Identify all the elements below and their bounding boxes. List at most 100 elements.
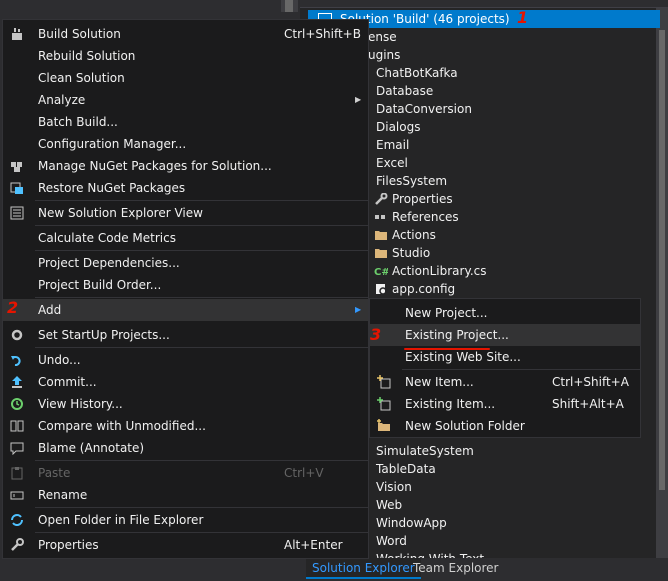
left-scrollbar-thumb[interactable] (285, 0, 293, 12)
tree-item[interactable]: Vision (376, 478, 412, 496)
tab-team-explorer[interactable]: Team Explorer (407, 558, 505, 579)
tree-item-label: Email (376, 138, 410, 152)
tree-item[interactable]: Email (376, 136, 409, 154)
menu-item-view-history[interactable]: View History... (3, 393, 368, 415)
menu-item-calculate-code-metrics[interactable]: Calculate Code Metrics (3, 227, 368, 249)
menu-separator (35, 507, 368, 508)
tree-item-label: ugins (368, 48, 401, 62)
references-icon (374, 210, 388, 222)
submenu-item-new-item[interactable]: New Item... Ctrl+Shift+A (370, 371, 640, 393)
menu-item-undo[interactable]: Undo... (3, 349, 368, 371)
menu-item-manage-nuget[interactable]: Manage NuGet Packages for Solution... (3, 155, 368, 177)
tree-item-label: FilesSystem (376, 174, 448, 188)
tree-item[interactable]: Properties (374, 190, 453, 208)
history-icon (10, 397, 24, 411)
menu-item-new-solution-explorer-view[interactable]: New Solution Explorer View (3, 202, 368, 224)
tree-item-label: DataConversion (376, 102, 472, 116)
tree-item-label: Studio (392, 246, 431, 260)
tree-item[interactable]: ChatBotKafka (376, 64, 458, 82)
comment-icon (10, 441, 24, 456)
menu-item-properties[interactable]: Properties Alt+Enter (3, 534, 368, 556)
submenu-item-existing-item[interactable]: Existing Item... Shift+Alt+A (370, 393, 640, 415)
tree-item[interactable]: DataConversion (376, 100, 472, 118)
annotation-underline (404, 348, 490, 350)
nuget-icon (10, 159, 24, 173)
wrench-icon (10, 538, 24, 552)
scrollbar-thumb[interactable] (659, 30, 665, 490)
menu-item-project-dependencies[interactable]: Project Dependencies... (3, 252, 368, 274)
menu-item-rename[interactable]: Rename (3, 484, 368, 506)
existing-item-icon (377, 397, 391, 411)
explorer-tabs: Solution Explorer Team Explorer (300, 558, 668, 581)
tree-item[interactable]: Database (376, 82, 433, 100)
left-scrollbar[interactable] (281, 0, 298, 12)
tree-item-label: Dialogs (376, 120, 421, 134)
tree-item-label: app.config (392, 282, 456, 296)
folder-icon (374, 228, 388, 240)
add-submenu: New Project... Existing Project... Exist… (369, 298, 641, 438)
menu-item-build-solution[interactable]: Build Solution Ctrl+Shift+B (3, 23, 368, 45)
menu-item-rebuild-solution[interactable]: Rebuild Solution (3, 45, 368, 67)
commit-icon (10, 375, 24, 389)
tree-item[interactable]: C# ActionLibrary.cs (374, 262, 487, 280)
menu-separator (35, 532, 368, 533)
tree-item-label: Actions (392, 228, 436, 242)
menu-item-commit[interactable]: Commit... (3, 371, 368, 393)
menu-item-configuration-manager[interactable]: Configuration Manager... (3, 133, 368, 155)
menu-item-paste[interactable]: Paste Ctrl+V (3, 462, 368, 484)
submenu-item-new-solution-folder[interactable]: New Solution Folder (370, 415, 640, 437)
tree-item[interactable]: References (374, 208, 459, 226)
tree-item-label: Database (376, 84, 434, 98)
explorer-scrollbar[interactable] (656, 8, 668, 558)
tree-item[interactable]: TableData (376, 460, 436, 478)
menu-item-add[interactable]: Add ▶ (3, 299, 368, 321)
menu-item-analyze[interactable]: Analyze ▶ (3, 89, 368, 111)
new-item-icon (377, 375, 391, 389)
menu-item-open-folder[interactable]: Open Folder in File Explorer (3, 509, 368, 531)
menu-item-restore-nuget[interactable]: Restore NuGet Packages (3, 177, 368, 199)
menu-item-compare-unmodified[interactable]: Compare with Unmodified... (3, 415, 368, 437)
menu-separator (35, 460, 368, 461)
tree-item[interactable]: Web (376, 496, 402, 514)
paste-icon (10, 466, 24, 480)
tree-item[interactable]: FilesSystem (376, 172, 447, 190)
rename-icon (10, 488, 24, 502)
explorer-toolbar (300, 0, 668, 8)
tree-item[interactable]: Word (376, 532, 407, 550)
context-menu: Build Solution Ctrl+Shift+B Rebuild Solu… (2, 19, 369, 559)
tree-item[interactable]: app.config (374, 280, 455, 298)
menu-item-blame[interactable]: Blame (Annotate) (3, 437, 368, 459)
submenu-item-existing-project[interactable]: Existing Project... (370, 324, 640, 346)
tree-item-label: TableData (376, 462, 436, 476)
annotation-one: 1 (517, 8, 529, 27)
tree-item-label: Word (376, 534, 407, 548)
explorer-view-icon (10, 206, 24, 220)
tree-item-label: Properties (392, 192, 453, 206)
menu-item-clean-solution[interactable]: Clean Solution (3, 67, 368, 89)
tree-item-label: ChatBotKafka (376, 66, 458, 80)
wrench-icon (374, 192, 388, 205)
tab-solution-explorer[interactable]: Solution Explorer (306, 558, 421, 579)
tree-item-label: Vision (376, 480, 412, 494)
submenu-separator (402, 369, 640, 370)
tree-item[interactable]: Studio (374, 244, 430, 262)
tree-item[interactable]: WindowApp (376, 514, 447, 532)
tree-item[interactable]: Excel (376, 154, 408, 172)
refresh-icon (10, 513, 24, 527)
submenu-item-new-project[interactable]: New Project... (370, 302, 640, 324)
tree-item-label: References (392, 210, 459, 224)
tree-item[interactable]: ugins (368, 46, 400, 64)
tree-item[interactable]: Actions (374, 226, 436, 244)
menu-item-set-startup-projects[interactable]: Set StartUp Projects... (3, 324, 368, 346)
tree-item[interactable]: Dialogs (376, 118, 420, 136)
tree-item-label: SimulateSystem (376, 444, 474, 458)
tree-item[interactable]: ense (368, 28, 397, 46)
folder-icon (374, 246, 388, 258)
config-icon (374, 282, 388, 295)
tree-item-label: ActionLibrary.cs (392, 264, 487, 278)
tree-item[interactable]: SimulateSystem (376, 442, 474, 460)
menu-item-batch-build[interactable]: Batch Build... (3, 111, 368, 133)
menu-item-project-build-order[interactable]: Project Build Order... (3, 274, 368, 296)
menu-separator (35, 250, 368, 251)
submenu-arrow-icon: ▶ (355, 305, 362, 314)
